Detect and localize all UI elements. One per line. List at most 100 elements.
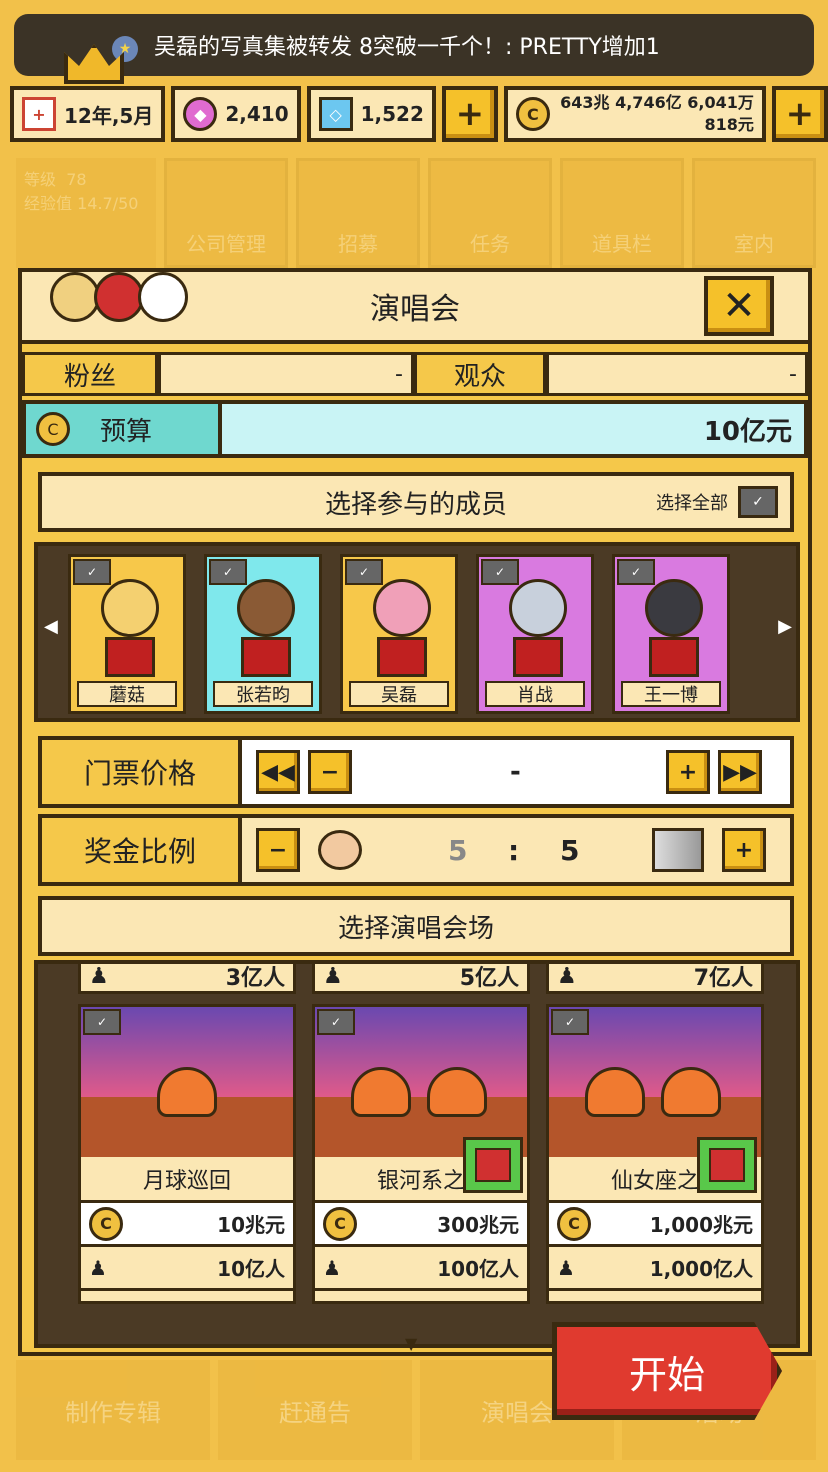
member-checkbox[interactable]: ✓ (345, 559, 383, 585)
gift-icon[interactable] (463, 1137, 523, 1193)
ratio-separator: : (508, 833, 520, 867)
venue-card[interactable]: ✓ 银河系之 C 300兆元 ♟ 100亿人 (312, 1004, 530, 1304)
gift-icon[interactable] (697, 1137, 757, 1193)
member-list-strip: ◀ ✓ 蘑菇 ✓ 张若昀 ✓ 吴磊 ✓ 肖战 ✓ 王一博 ▶ (34, 542, 800, 722)
level-label: 等级 (24, 170, 57, 189)
ticket-increase-button[interactable]: + (666, 750, 710, 794)
tab-tasks: 任务 (428, 158, 552, 268)
ticket-decrease-button[interactable]: − (308, 750, 352, 794)
member-face-icon (318, 830, 362, 870)
select-all-control[interactable]: 选择全部 ✓ (656, 486, 778, 518)
venue-card[interactable]: ✓ 仙女座之 C 1,000兆元 ♟ 1,000亿人 (546, 1004, 764, 1304)
add-money-button[interactable]: + (771, 86, 828, 142)
add-diamonds-button[interactable]: + (441, 86, 498, 142)
money-display: C 643兆 4,746亿 6,041万 818元 (503, 86, 766, 142)
member-card[interactable]: ✓ 肖战 (476, 554, 594, 714)
member-checkbox[interactable]: ✓ (617, 559, 655, 585)
venue-cost: 10兆元 (217, 1213, 285, 1237)
member-outfit (105, 637, 155, 677)
member-checkbox[interactable]: ✓ (481, 559, 519, 585)
news-ticker: ★ 吴磊的写真集被转发 8突破一千个！: PRETTY增加1 (14, 14, 814, 76)
fans-audience-row: 粉丝 - 观众 - (22, 352, 808, 396)
bg-schedule: 赶通告 (218, 1360, 412, 1460)
venue-top-capacity: 3亿人 (225, 966, 285, 991)
bag-icon (50, 272, 100, 322)
pink-gem-icon: ◆ (183, 97, 218, 131)
member-card[interactable]: ✓ 王一博 (612, 554, 730, 714)
scroll-left-icon[interactable]: ◀ (44, 616, 58, 637)
budget-label-cell: C 预算 (26, 404, 222, 454)
member-checkbox[interactable]: ✓ (209, 559, 247, 585)
start-button[interactable]: 开始 (552, 1322, 782, 1420)
member-name: 张若昀 (213, 681, 313, 707)
member-outfit (241, 637, 291, 677)
scroll-down-icon[interactable]: ▼ (405, 1334, 417, 1353)
tab-company: 公司管理 (164, 158, 288, 268)
member-name: 王一博 (621, 681, 721, 707)
venue-column: ♟ 3亿人 ✓ 月球巡回 C 10兆元 ♟ 10亿人 (78, 964, 296, 1304)
venue-cost: 300兆元 (437, 1213, 519, 1237)
member-checkbox[interactable]: ✓ (73, 559, 111, 585)
venue-cost-row: C 300兆元 (315, 1203, 527, 1247)
ticket-min-button[interactable]: ◀◀ (256, 750, 300, 794)
ticket-max-button[interactable]: ▶▶ (718, 750, 762, 794)
ticket-price-value: - (510, 757, 521, 787)
tab-recruit: 招募 (296, 158, 420, 268)
venue-column: ♟ 5亿人 ✓ 银河系之 C 300兆元 ♟ 100亿人 (312, 964, 530, 1304)
person-icon: ♟ (557, 1255, 575, 1280)
venue-capacity-row: ♟ 10亿人 (81, 1247, 293, 1291)
coin-icon: C (557, 1206, 591, 1241)
venue-capacity-row: ♟ 100亿人 (315, 1247, 527, 1291)
money-line1: 643兆 4,746亿 6,041万 (560, 93, 754, 112)
diamonds-count: 1,522 (360, 102, 424, 126)
select-all-checkbox[interactable]: ✓ (738, 486, 778, 518)
member-avatar (237, 579, 295, 637)
ticket-price-label: 门票价格 (42, 740, 242, 804)
gems-display: ◆ 2,410 (171, 86, 301, 142)
venue-checkbox[interactable]: ✓ (83, 1009, 121, 1035)
ratio-right: 5 (560, 833, 580, 867)
scroll-right-icon[interactable]: ▶ (778, 616, 792, 637)
member-outfit (377, 637, 427, 677)
member-outfit (649, 637, 699, 677)
member-card[interactable]: ✓ 张若昀 (204, 554, 322, 714)
money-line2: 818元 (704, 115, 754, 134)
concert-dialog: 演唱会 ✕ 粉丝 - 观众 - C 预算 10亿元 选择参与的成员 选择全部 ✓… (18, 268, 812, 1356)
audience-value: - (546, 352, 808, 396)
venue-checkbox[interactable]: ✓ (317, 1009, 355, 1035)
exp-label: 经验值 14.7/50 (24, 194, 139, 213)
bonus-ratio-row: 奖金比例 − 5 : 5 + (38, 814, 794, 886)
bonus-ratio-label: 奖金比例 (42, 818, 242, 882)
clock-icon (94, 272, 144, 322)
coin-icon: C (515, 97, 550, 131)
venue-capacity: 1,000亿人 (649, 1257, 753, 1281)
venue-top-capacity: 5亿人 (459, 966, 519, 991)
company-building-icon (652, 828, 704, 872)
budget-row: C 预算 10亿元 (22, 400, 808, 458)
select-all-label: 选择全部 (656, 493, 728, 514)
venue-capacity: 10亿人 (217, 1257, 285, 1281)
member-avatar (373, 579, 431, 637)
members-title: 选择参与的成员 (324, 489, 507, 520)
venue-list-strip: ♟ 3亿人 ✓ 月球巡回 C 10兆元 ♟ 10亿人 ♟ 5亿人 ✓ 银河系之 C 300兆元 ♟ 100亿人… (34, 960, 800, 1348)
member-avatar (101, 579, 159, 637)
ratio-increase-button[interactable]: + (722, 828, 766, 872)
budget-label: 预算 (100, 416, 153, 447)
member-card[interactable]: ✓ 蘑菇 (68, 554, 186, 714)
gems-count: 2,410 (225, 102, 289, 126)
ticket-price-body: ◀◀ − - + ▶▶ (242, 740, 790, 804)
status-bar: + 12年,5月 ◆ 2,410 ◇ 1,522 + C 643兆 4,746亿… (10, 86, 828, 142)
member-avatar (645, 579, 703, 637)
member-card[interactable]: ✓ 吴磊 (340, 554, 458, 714)
venue-checkbox[interactable]: ✓ (551, 1009, 589, 1035)
close-button[interactable]: ✕ (704, 276, 774, 336)
member-name: 蘑菇 (77, 681, 177, 707)
ratio-decrease-button[interactable]: − (256, 828, 300, 872)
person-icon: ♟ (89, 1255, 107, 1280)
tab-items: 道具栏 (560, 158, 684, 268)
venue-card[interactable]: ✓ 月球巡回 C 10兆元 ♟ 10亿人 (78, 1004, 296, 1304)
member-name: 肖战 (485, 681, 585, 707)
bonus-ratio-body: − 5 : 5 + (242, 818, 790, 882)
tab-interior: 室内 (692, 158, 816, 268)
members-section-title: 选择参与的成员 选择全部 ✓ (38, 472, 794, 532)
